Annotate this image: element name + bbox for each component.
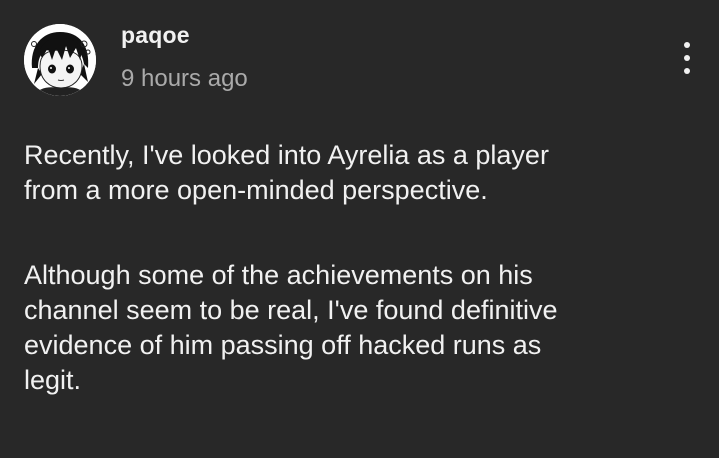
comment-timestamp[interactable]: 9 hours ago — [121, 65, 248, 93]
more-vert-icon-dot — [684, 55, 690, 61]
comment-card: paqoe 9 hours ago Recently, I've looked … — [0, 0, 719, 458]
more-options-button[interactable] — [670, 36, 704, 80]
more-vert-icon-dot — [684, 68, 690, 74]
comment-paragraph: Recently, I've looked into Ayrelia as a … — [24, 140, 549, 205]
comment-author-name[interactable]: paqoe — [121, 22, 190, 49]
comment-body: Recently, I've looked into Ayrelia as a … — [24, 138, 684, 398]
more-vert-icon-dot — [684, 42, 690, 48]
avatar[interactable] — [24, 24, 96, 96]
avatar-image — [24, 24, 96, 96]
comment-paragraph: Although some of the achievements on his… — [24, 260, 558, 395]
